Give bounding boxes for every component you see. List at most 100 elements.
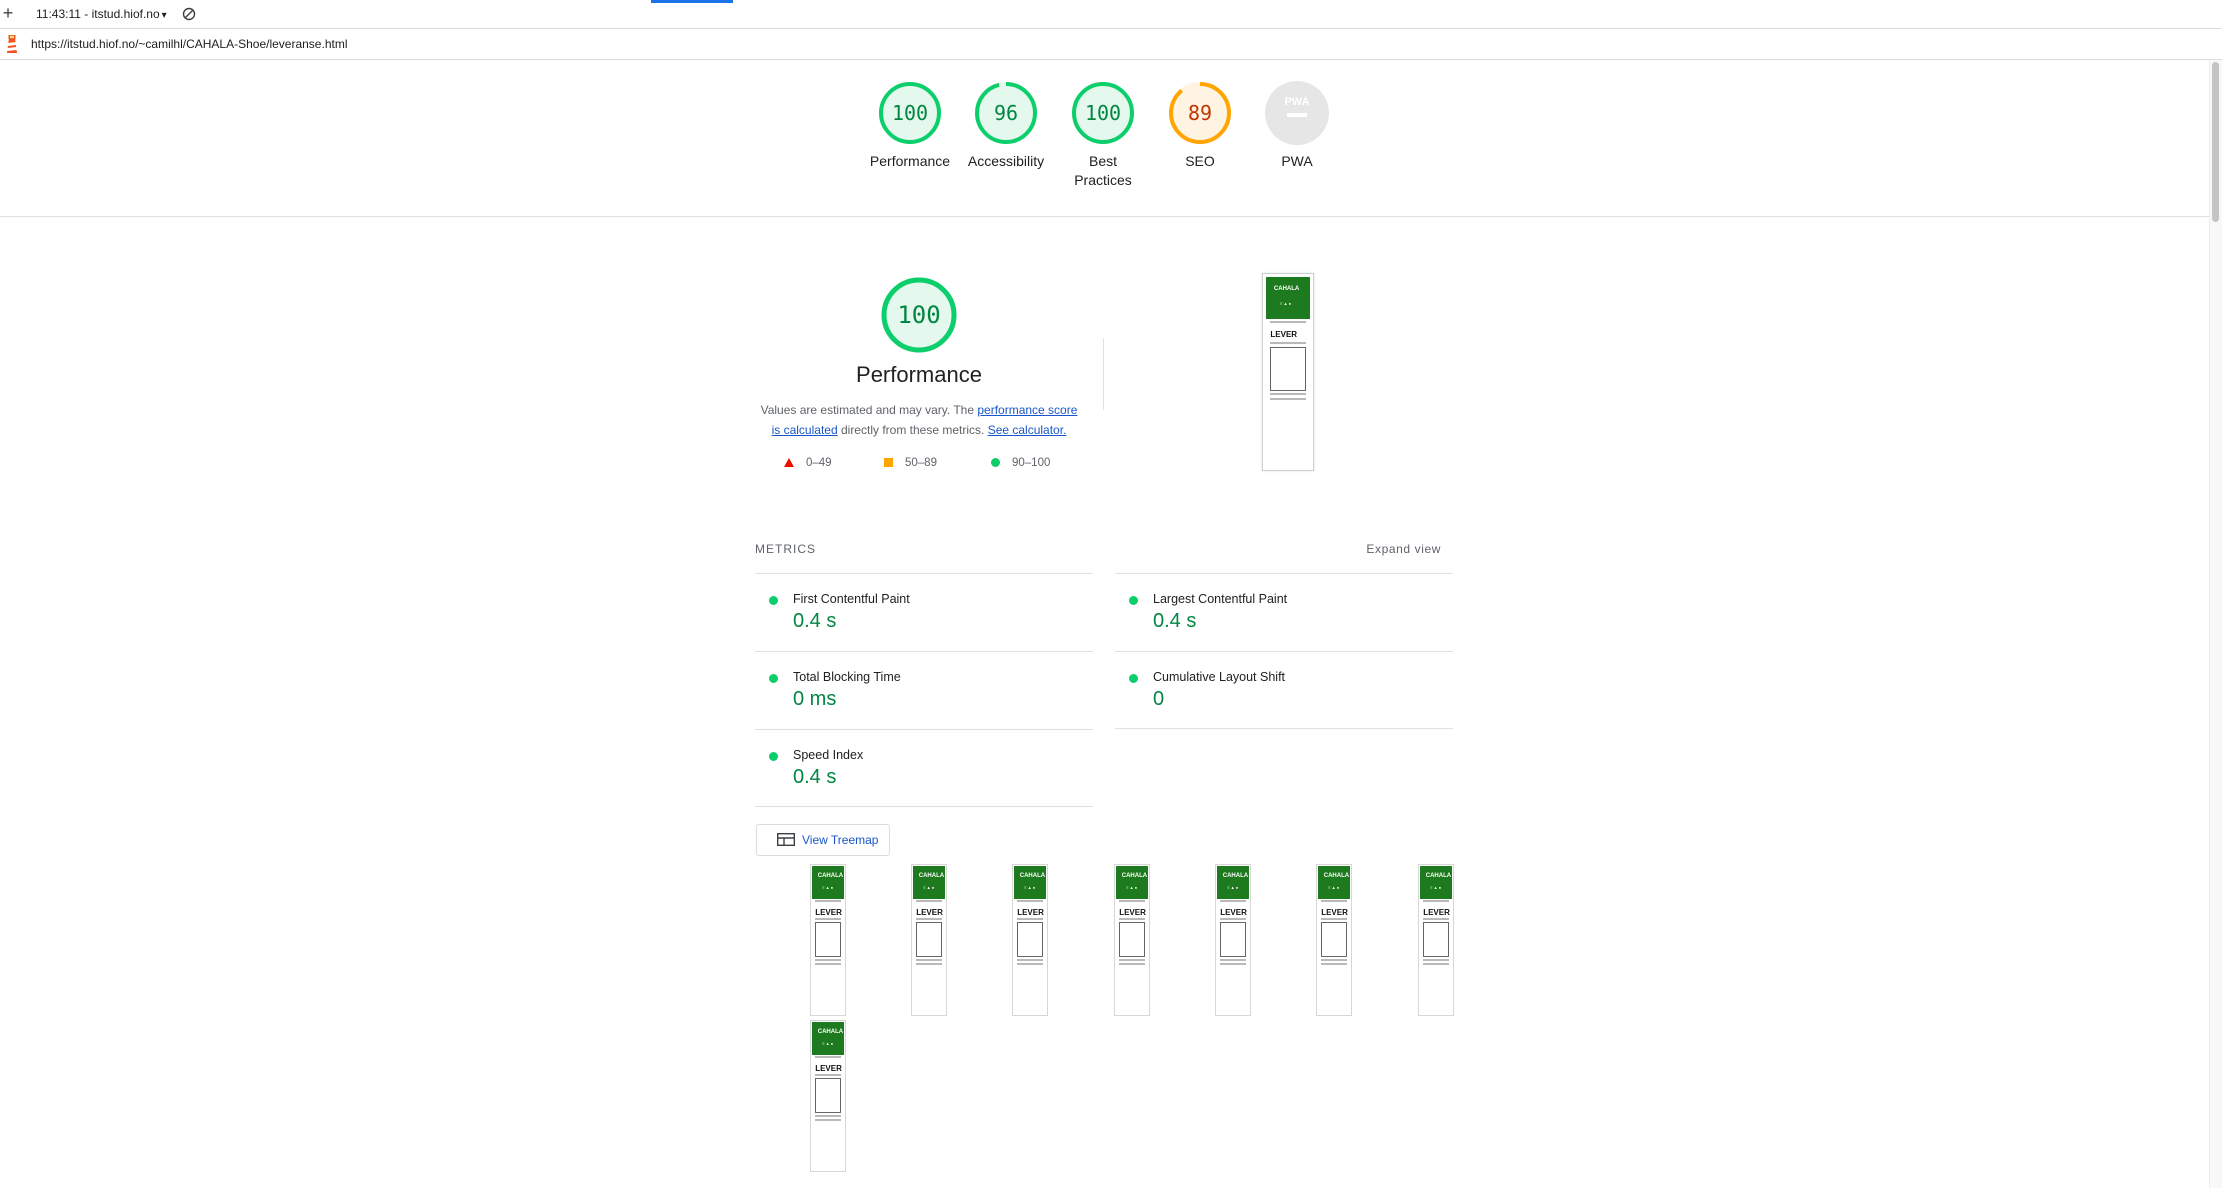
metric-cumulative-layout-shift: Cumulative Layout Shift 0 — [1115, 651, 1453, 729]
pass-circle-icon — [769, 596, 778, 605]
gauge-label: Best Practices — [1074, 153, 1132, 188]
thumbnail-brand: CAHALA — [918, 873, 945, 880]
thumbnail-line — [1219, 958, 1247, 961]
metric-largest-contentful-paint: Largest Contentful Paint 0.4 s — [1115, 573, 1453, 651]
thumbnail-box — [1422, 922, 1450, 957]
thumbnail-brand: CAHALA — [1222, 873, 1249, 880]
scrollbar-thumb[interactable] — [2212, 62, 2219, 222]
thumbnail-heading: LEVER — [1321, 907, 1348, 917]
metrics-bottom-divider — [755, 806, 1093, 807]
metric-speed-index: Speed Index 0.4 s — [755, 729, 1093, 807]
desc-middle: directly from these metrics. — [837, 423, 988, 437]
gauge-accessibility[interactable]: 96 Accessibility — [951, 80, 1061, 171]
thumbnail-line — [1269, 397, 1307, 400]
page-thumbnail: CAHALA ≡ ▲ ● LEVER — [913, 866, 945, 1014]
expand-view-toggle[interactable]: Expand view — [1366, 542, 1441, 556]
thumbnail-header: CAHALA ≡ ▲ ● — [1116, 866, 1148, 899]
final-screenshot[interactable]: CAHALA ≡ ▲ ● LEVER — [1262, 273, 1314, 471]
thumbnail-heading: LEVER — [1423, 907, 1450, 917]
gauge-ring: 100 — [879, 82, 941, 144]
thumbnail-line — [1118, 918, 1146, 921]
thumbnail-line — [1016, 958, 1044, 961]
thumbnail-box — [915, 922, 943, 957]
legend-pass: 90–100 — [991, 457, 1050, 469]
metric-value: 0.4 s — [793, 766, 837, 788]
performance-description: Values are estimated and may vary. The p… — [755, 400, 1083, 440]
page-thumbnail: CAHALA ≡ ▲ ● LEVER — [812, 866, 844, 1014]
thumbnail-brand: CAHALA — [817, 873, 844, 880]
square-icon — [884, 458, 893, 468]
thumbnail-box — [1219, 922, 1247, 957]
thumbnail-header: CAHALA ≡ ▲ ● — [1217, 866, 1249, 899]
gauge-label: Accessibility — [967, 153, 1045, 169]
thumbnail-header: CAHALA ≡ ▲ ● — [812, 866, 844, 899]
page-thumbnail: CAHALA ≡ ▲ ● LEVER — [1420, 866, 1452, 1014]
metric-title: Speed Index — [793, 748, 864, 762]
thumbnail-brand: CAHALA — [1273, 286, 1300, 293]
thumbnail-line — [1016, 900, 1044, 903]
page-thumbnail: CAHALA ≡ ▲ ● LEVER — [1116, 866, 1148, 1014]
metric-value: 0.4 s — [793, 610, 837, 632]
pass-circle-icon — [1129, 596, 1138, 605]
thumbnail-line — [814, 1056, 842, 1059]
view-treemap-label: View Treemap — [802, 833, 879, 847]
thumbnail-nav-icons: ≡ ▲ ● — [1126, 884, 1138, 890]
gauge-ring: 89 — [1169, 82, 1231, 144]
performance-score: 100 — [897, 301, 940, 329]
thumbnail-line — [1422, 918, 1450, 921]
thumbnail-box — [814, 922, 842, 957]
lighthouse-toolbar: + 11:43:11 - itstud.hiof.no ▾ — [0, 0, 2222, 29]
thumbnail-heading: LEVER — [815, 907, 842, 917]
gauge-best-practices[interactable]: 100 Best Practices — [1048, 80, 1158, 190]
new-report-button[interactable]: + — [0, 3, 16, 23]
filmstrip-frame: CAHALA ≡ ▲ ● LEVER — [1012, 864, 1048, 1016]
thumbnail-line — [1016, 918, 1044, 921]
thumbnail-box — [1320, 922, 1348, 957]
view-treemap-button[interactable]: View Treemap — [756, 824, 890, 856]
page-thumbnail: CAHALA ≡ ▲ ● LEVER — [1266, 277, 1310, 467]
gauge-performance[interactable]: 100 Performance — [855, 80, 965, 171]
thumbnail-line — [915, 918, 943, 921]
circle-icon — [991, 458, 1000, 468]
gauge-seo[interactable]: 89 SEO — [1145, 80, 1255, 171]
section-divider — [1103, 338, 1104, 410]
thumbnail-line — [1422, 900, 1450, 903]
filmstrip-frame: CAHALA ≡ ▲ ● LEVER — [1418, 864, 1454, 1016]
plus-icon: + — [2, 3, 14, 23]
thumbnail-line — [814, 918, 842, 921]
pass-circle-icon — [769, 674, 778, 683]
metrics-title: METRICS — [755, 542, 816, 556]
gauge-pwa[interactable]: PWA PWA — [1242, 80, 1352, 171]
thumbnail-line — [1219, 962, 1247, 965]
page-thumbnail: CAHALA ≡ ▲ ● LEVER — [1318, 866, 1350, 1014]
report-selector[interactable]: 11:43:11 - itstud.hiof.no ▾ — [36, 7, 167, 21]
thumbnail-line — [1422, 962, 1450, 965]
thumbnail-brand: CAHALA — [1019, 873, 1046, 880]
filmstrip-frame: CAHALA ≡ ▲ ● LEVER — [1114, 864, 1150, 1016]
thumbnail-box — [1269, 346, 1307, 391]
metric-title: Largest Contentful Paint — [1153, 592, 1288, 606]
legend-average: 50–89 — [884, 457, 937, 469]
thumbnail-header: CAHALA ≡ ▲ ● — [913, 866, 945, 899]
clear-circle-icon[interactable] — [182, 7, 196, 21]
caret-down-icon: ▾ — [161, 10, 167, 21]
thumbnail-heading: LEVER — [1220, 907, 1247, 917]
pwa-badge-text: PWA — [1284, 96, 1309, 108]
lighthouse-logo — [7, 35, 17, 53]
vertical-scrollbar[interactable] — [2209, 60, 2222, 1188]
report-url[interactable]: https://itstud.hiof.no/~camilhl/CAHALA-S… — [31, 37, 348, 51]
thumbnail-line — [1219, 900, 1247, 903]
thumbnail-line — [1118, 958, 1146, 961]
performance-score-gauge: 100 — [881, 277, 957, 353]
thumbnail-nav-icons: ≡ ▲ ● — [822, 884, 834, 890]
pass-circle-icon — [1129, 674, 1138, 683]
gauge-label: SEO — [1185, 153, 1215, 169]
performance-title: Performance — [856, 362, 982, 387]
see-calculator-link[interactable]: See calculator. — [988, 423, 1067, 437]
thumbnail-heading: LEVER — [815, 1063, 842, 1073]
thumbnail-nav-icons: ≡ ▲ ● — [1024, 884, 1036, 890]
metric-title: Cumulative Layout Shift — [1153, 670, 1286, 684]
thumbnail-box — [814, 1078, 842, 1113]
thumbnail-box — [1118, 922, 1146, 957]
thumbnail-header: CAHALA ≡ ▲ ● — [1266, 277, 1310, 319]
